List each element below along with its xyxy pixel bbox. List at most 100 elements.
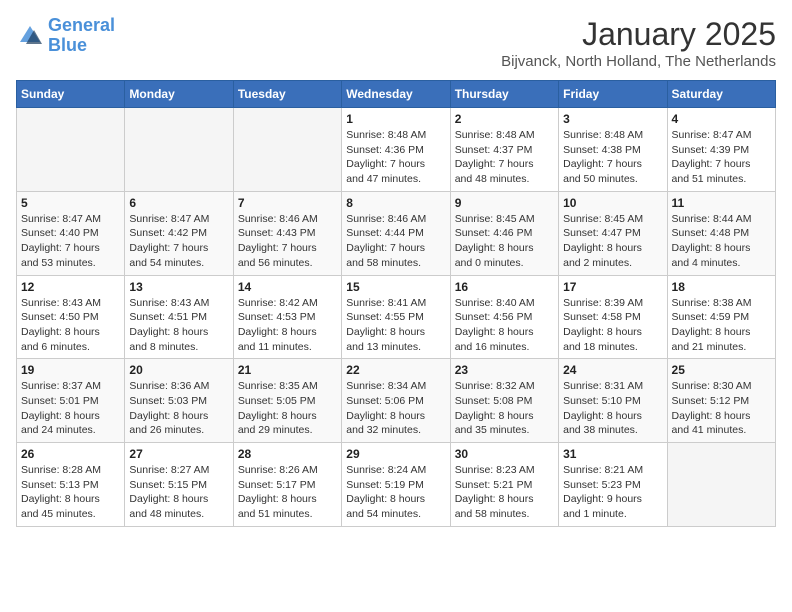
day-number: 1 — [346, 112, 445, 126]
day-detail: Sunrise: 8:30 AM Sunset: 5:12 PM Dayligh… — [672, 379, 771, 438]
day-detail: Sunrise: 8:24 AM Sunset: 5:19 PM Dayligh… — [346, 463, 445, 522]
weekday-header-row: SundayMondayTuesdayWednesdayThursdayFrid… — [17, 81, 776, 108]
calendar-cell — [667, 443, 775, 527]
day-detail: Sunrise: 8:36 AM Sunset: 5:03 PM Dayligh… — [129, 379, 228, 438]
day-detail: Sunrise: 8:43 AM Sunset: 4:50 PM Dayligh… — [21, 296, 120, 355]
calendar-cell: 16 Sunrise: 8:40 AM Sunset: 4:56 PM Dayli… — [450, 275, 558, 359]
weekday-header-saturday: Saturday — [667, 81, 775, 108]
calendar-cell: 2 Sunrise: 8:48 AM Sunset: 4:37 PM Daylig… — [450, 108, 558, 192]
day-number: 16 — [455, 280, 554, 294]
week-row-2: 5Sunrise: 8:47 AM Sunset: 4:40 PM Daylig… — [17, 191, 776, 275]
day-detail: Sunrise: 8:47 AM Sunset: 4:42 PM Dayligh… — [129, 212, 228, 271]
day-number: 9 — [455, 196, 554, 210]
day-number: 8 — [346, 196, 445, 210]
calendar-cell: 31 Sunrise: 8:21 AM Sunset: 5:23 PM Dayli… — [559, 443, 667, 527]
page-header: General Blue January 2025 Bijvanck, Nort… — [16, 16, 776, 70]
day-number: 18 — [672, 280, 771, 294]
calendar-cell: 19Sunrise: 8:37 AM Sunset: 5:01 PM Dayli… — [17, 359, 125, 443]
calendar-cell: 29 Sunrise: 8:24 AM Sunset: 5:19 PM Dayli… — [342, 443, 450, 527]
day-detail: Sunrise: 8:21 AM Sunset: 5:23 PM Dayligh… — [563, 463, 662, 522]
day-detail: Sunrise: 8:48 AM Sunset: 4:37 PM Dayligh… — [455, 128, 554, 187]
weekday-header-wednesday: Wednesday — [342, 81, 450, 108]
calendar-cell: 13Sunrise: 8:43 AM Sunset: 4:51 PM Dayli… — [125, 275, 233, 359]
day-detail: Sunrise: 8:23 AM Sunset: 5:21 PM Dayligh… — [455, 463, 554, 522]
month-title: January 2025 — [501, 16, 776, 53]
day-detail: Sunrise: 8:46 AM Sunset: 4:44 PM Dayligh… — [346, 212, 445, 271]
day-detail: Sunrise: 8:43 AM Sunset: 4:51 PM Dayligh… — [129, 296, 228, 355]
day-number: 2 — [455, 112, 554, 126]
calendar-cell: 21Sunrise: 8:35 AM Sunset: 5:05 PM Dayli… — [233, 359, 341, 443]
day-detail: Sunrise: 8:32 AM Sunset: 5:08 PM Dayligh… — [455, 379, 554, 438]
day-number: 27 — [129, 447, 228, 461]
day-number: 30 — [455, 447, 554, 461]
calendar-cell: 24 Sunrise: 8:31 AM Sunset: 5:10 PM Dayli… — [559, 359, 667, 443]
calendar-cell: 14 Sunrise: 8:42 AM Sunset: 4:53 PM Dayli… — [233, 275, 341, 359]
day-detail: Sunrise: 8:38 AM Sunset: 4:59 PM Dayligh… — [672, 296, 771, 355]
day-number: 20 — [129, 363, 228, 377]
day-number: 26 — [21, 447, 120, 461]
day-detail: Sunrise: 8:42 AM Sunset: 4:53 PM Dayligh… — [238, 296, 337, 355]
calendar-cell: 30 Sunrise: 8:23 AM Sunset: 5:21 PM Dayli… — [450, 443, 558, 527]
day-detail: Sunrise: 8:46 AM Sunset: 4:43 PM Dayligh… — [238, 212, 337, 271]
day-number: 21 — [238, 363, 337, 377]
calendar-cell: 26 Sunrise: 8:28 AM Sunset: 5:13 PM Dayli… — [17, 443, 125, 527]
day-number: 17 — [563, 280, 662, 294]
weekday-header-friday: Friday — [559, 81, 667, 108]
day-number: 11 — [672, 196, 771, 210]
day-number: 3 — [563, 112, 662, 126]
day-detail: Sunrise: 8:27 AM Sunset: 5:15 PM Dayligh… — [129, 463, 228, 522]
weekday-header-sunday: Sunday — [17, 81, 125, 108]
calendar-cell — [233, 108, 341, 192]
day-detail: Sunrise: 8:41 AM Sunset: 4:55 PM Dayligh… — [346, 296, 445, 355]
calendar-cell: 6 Sunrise: 8:47 AM Sunset: 4:42 PM Daylig… — [125, 191, 233, 275]
weekday-header-tuesday: Tuesday — [233, 81, 341, 108]
day-detail: Sunrise: 8:47 AM Sunset: 4:39 PM Dayligh… — [672, 128, 771, 187]
calendar-cell: 10 Sunrise: 8:45 AM Sunset: 4:47 PM Dayli… — [559, 191, 667, 275]
day-detail: Sunrise: 8:31 AM Sunset: 5:10 PM Dayligh… — [563, 379, 662, 438]
day-detail: Sunrise: 8:44 AM Sunset: 4:48 PM Dayligh… — [672, 212, 771, 271]
day-detail: Sunrise: 8:37 AM Sunset: 5:01 PM Dayligh… — [21, 379, 120, 438]
logo-blue: Blue — [48, 35, 87, 55]
calendar-cell: 1 Sunrise: 8:48 AM Sunset: 4:36 PM Daylig… — [342, 108, 450, 192]
calendar-cell: 3 Sunrise: 8:48 AM Sunset: 4:38 PM Daylig… — [559, 108, 667, 192]
calendar-cell: 11 Sunrise: 8:44 AM Sunset: 4:48 PM Dayli… — [667, 191, 775, 275]
day-detail: Sunrise: 8:48 AM Sunset: 4:38 PM Dayligh… — [563, 128, 662, 187]
day-number: 31 — [563, 447, 662, 461]
calendar-cell: 18 Sunrise: 8:38 AM Sunset: 4:59 PM Dayli… — [667, 275, 775, 359]
day-detail: Sunrise: 8:26 AM Sunset: 5:17 PM Dayligh… — [238, 463, 337, 522]
logo-icon — [16, 22, 44, 50]
day-number: 5 — [21, 196, 120, 210]
calendar-cell: 5Sunrise: 8:47 AM Sunset: 4:40 PM Daylig… — [17, 191, 125, 275]
day-number: 29 — [346, 447, 445, 461]
week-row-3: 12 Sunrise: 8:43 AM Sunset: 4:50 PM Dayli… — [17, 275, 776, 359]
calendar-table: SundayMondayTuesdayWednesdayThursdayFrid… — [16, 80, 776, 527]
calendar-cell: 20 Sunrise: 8:36 AM Sunset: 5:03 PM Dayli… — [125, 359, 233, 443]
day-number: 10 — [563, 196, 662, 210]
day-number: 24 — [563, 363, 662, 377]
location: Bijvanck, North Holland, The Netherlands — [501, 53, 776, 70]
day-detail: Sunrise: 8:40 AM Sunset: 4:56 PM Dayligh… — [455, 296, 554, 355]
day-detail: Sunrise: 8:45 AM Sunset: 4:47 PM Dayligh… — [563, 212, 662, 271]
calendar-cell: 9 Sunrise: 8:45 AM Sunset: 4:46 PM Daylig… — [450, 191, 558, 275]
day-detail: Sunrise: 8:28 AM Sunset: 5:13 PM Dayligh… — [21, 463, 120, 522]
day-number: 4 — [672, 112, 771, 126]
calendar-cell: 4 Sunrise: 8:47 AM Sunset: 4:39 PM Daylig… — [667, 108, 775, 192]
day-detail: Sunrise: 8:45 AM Sunset: 4:46 PM Dayligh… — [455, 212, 554, 271]
day-number: 12 — [21, 280, 120, 294]
calendar-cell — [17, 108, 125, 192]
logo-general: General — [48, 15, 115, 35]
title-block: January 2025 Bijvanck, North Holland, Th… — [501, 16, 776, 70]
logo: General Blue — [16, 16, 115, 56]
calendar-cell: 23Sunrise: 8:32 AM Sunset: 5:08 PM Dayli… — [450, 359, 558, 443]
calendar-cell: 8 Sunrise: 8:46 AM Sunset: 4:44 PM Daylig… — [342, 191, 450, 275]
day-number: 6 — [129, 196, 228, 210]
calendar-cell: 17Sunrise: 8:39 AM Sunset: 4:58 PM Dayli… — [559, 275, 667, 359]
day-number: 15 — [346, 280, 445, 294]
weekday-header-monday: Monday — [125, 81, 233, 108]
day-number: 14 — [238, 280, 337, 294]
calendar-cell: 12 Sunrise: 8:43 AM Sunset: 4:50 PM Dayli… — [17, 275, 125, 359]
weekday-header-thursday: Thursday — [450, 81, 558, 108]
day-number: 28 — [238, 447, 337, 461]
day-detail: Sunrise: 8:48 AM Sunset: 4:36 PM Dayligh… — [346, 128, 445, 187]
calendar-cell: 15 Sunrise: 8:41 AM Sunset: 4:55 PM Dayli… — [342, 275, 450, 359]
